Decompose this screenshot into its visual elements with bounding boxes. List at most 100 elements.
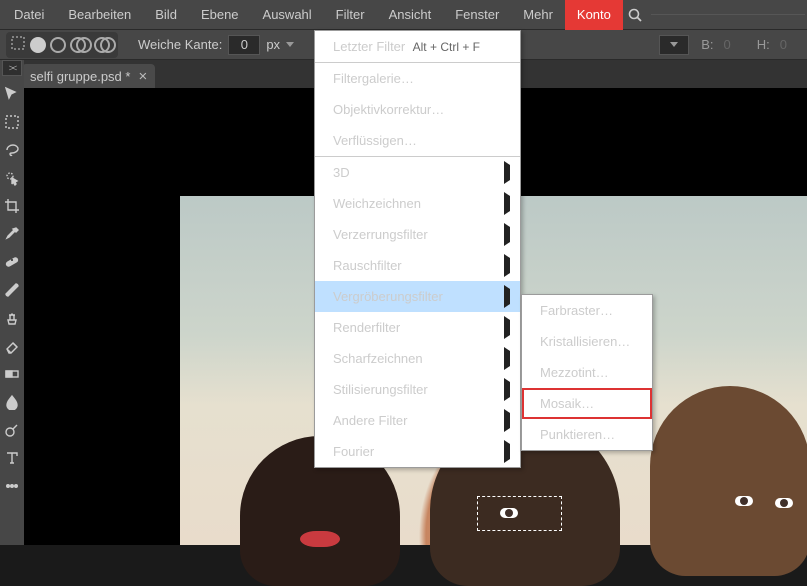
submenu-arrow-icon	[504, 258, 510, 273]
gradient-tool[interactable]	[0, 360, 24, 388]
close-icon[interactable]: ×	[138, 68, 147, 85]
submenu-arrow-icon	[504, 227, 510, 242]
submenu-arrow-icon	[504, 382, 510, 397]
quick-select-tool[interactable]	[0, 164, 24, 192]
healing-tool[interactable]	[0, 248, 24, 276]
height-value[interactable]: 0	[780, 37, 787, 52]
menu-item-verzerrungsfilter[interactable]: Verzerrungsfilter	[315, 219, 520, 250]
filter-menu: Letzter Filter Alt + Ctrl + F Filtergale…	[314, 30, 521, 468]
submenu-item-farbraster[interactable]: Farbraster…	[522, 295, 652, 326]
menubar-separator	[651, 14, 805, 15]
marquee-tool[interactable]	[0, 108, 24, 136]
clone-tool[interactable]	[0, 304, 24, 332]
menu-item-label: Weichzeichnen	[333, 196, 421, 211]
menu-item-label: Stilisierungsfilter	[333, 382, 428, 397]
menu-item-label: Mezzotint…	[540, 365, 609, 380]
selection-marquee[interactable]	[477, 496, 562, 531]
feather-label: Weiche Kante:	[138, 37, 222, 52]
eyedropper-tool[interactable]	[0, 220, 24, 248]
menu-item-filtergalerie[interactable]: Filtergalerie…	[315, 63, 520, 94]
feather-dropdown-icon[interactable]	[286, 42, 294, 47]
menu-auswahl[interactable]: Auswahl	[251, 0, 324, 30]
image-content	[650, 386, 807, 576]
menu-item-label: Verzerrungsfilter	[333, 227, 428, 242]
toolbox: ><	[0, 60, 24, 545]
menu-item-label: Filtergalerie…	[333, 71, 414, 86]
menu-item-label: 3D	[333, 165, 350, 180]
menu-item-label: Mosaik…	[540, 396, 594, 411]
menu-item-shortcut: Alt + Ctrl + F	[413, 40, 480, 54]
type-tool[interactable]	[0, 444, 24, 472]
menu-item-fourier[interactable]: Fourier	[315, 436, 520, 467]
menu-item-weichzeichnen[interactable]: Weichzeichnen	[315, 188, 520, 219]
menu-datei[interactable]: Datei	[2, 0, 56, 30]
feather-input[interactable]: 0	[228, 35, 260, 55]
submenu-arrow-icon	[504, 320, 510, 335]
menu-item-label: Punktieren…	[540, 427, 615, 442]
menu-item-scharfzeichnen[interactable]: Scharfzeichnen	[315, 343, 520, 374]
menu-item-last-filter[interactable]: Letzter Filter Alt + Ctrl + F	[315, 31, 520, 62]
menu-item-renderfilter[interactable]: Renderfilter	[315, 312, 520, 343]
menu-item-label: Letzter Filter	[333, 39, 405, 54]
menu-konto[interactable]: Konto	[565, 0, 623, 30]
chevron-down-icon	[670, 42, 678, 47]
menu-item-objektivkorrektur[interactable]: Objektivkorrektur…	[315, 94, 520, 125]
submenu-arrow-icon	[504, 351, 510, 366]
width-value[interactable]: 0	[724, 37, 731, 52]
document-tab[interactable]: selfi gruppe.psd * ×	[22, 64, 155, 88]
menu-item-label: Andere Filter	[333, 413, 407, 428]
menu-item-rauschfilter[interactable]: Rauschfilter	[315, 250, 520, 281]
submenu-item-kristallisieren[interactable]: Kristallisieren…	[522, 326, 652, 357]
menu-item-label: Renderfilter	[333, 320, 400, 335]
selection-exclude-icon[interactable]	[94, 37, 114, 53]
selection-mode-group	[6, 32, 118, 58]
submenu-item-mezzotint[interactable]: Mezzotint…	[522, 357, 652, 388]
menu-mehr[interactable]: Mehr	[511, 0, 565, 30]
search-icon[interactable]	[627, 7, 643, 23]
submenu-arrow-icon	[504, 289, 510, 304]
menu-item-label: Rauschfilter	[333, 258, 402, 273]
menu-item-label: Farbraster…	[540, 303, 613, 318]
menu-item-3d[interactable]: 3D	[315, 157, 520, 188]
feather-unit: px	[266, 37, 280, 52]
crop-tool[interactable]	[0, 192, 24, 220]
eraser-tool[interactable]	[0, 332, 24, 360]
selection-new-icon[interactable]	[10, 35, 26, 54]
image-content	[775, 498, 793, 508]
style-dropdown[interactable]	[659, 35, 689, 55]
toolbox-collapse[interactable]: ><	[2, 60, 22, 76]
more-tools[interactable]	[0, 472, 24, 500]
menu-ebene[interactable]: Ebene	[189, 0, 251, 30]
vergroeberungsfilter-submenu: Farbraster… Kristallisieren… Mezzotint… …	[521, 294, 653, 451]
height-label: H:	[757, 37, 770, 52]
submenu-arrow-icon	[504, 413, 510, 428]
menu-item-label: Objektivkorrektur…	[333, 102, 444, 117]
document-tab-title: selfi gruppe.psd *	[30, 69, 130, 84]
menubar: Datei Bearbeiten Bild Ebene Auswahl Filt…	[0, 0, 807, 30]
selection-add-icon[interactable]	[30, 37, 46, 53]
image-content	[735, 496, 753, 506]
dodge-tool[interactable]	[0, 416, 24, 444]
submenu-arrow-icon	[504, 196, 510, 211]
submenu-item-punktieren[interactable]: Punktieren…	[522, 419, 652, 450]
blur-tool[interactable]	[0, 388, 24, 416]
menu-fenster[interactable]: Fenster	[443, 0, 511, 30]
feather-control: Weiche Kante: 0 px	[138, 35, 294, 55]
selection-intersect-icon[interactable]	[70, 37, 90, 53]
menu-item-andere-filter[interactable]: Andere Filter	[315, 405, 520, 436]
menu-item-stilisierungsfilter[interactable]: Stilisierungsfilter	[315, 374, 520, 405]
menu-ansicht[interactable]: Ansicht	[377, 0, 444, 30]
selection-subtract-icon[interactable]	[50, 37, 66, 53]
menu-item-label: Kristallisieren…	[540, 334, 630, 349]
menu-item-verfluessigen[interactable]: Verflüssigen…	[315, 125, 520, 156]
brush-tool[interactable]	[0, 276, 24, 304]
lasso-tool[interactable]	[0, 136, 24, 164]
menu-item-label: Vergröberungsfilter	[333, 289, 443, 304]
menu-filter[interactable]: Filter	[324, 0, 377, 30]
menu-bild[interactable]: Bild	[143, 0, 189, 30]
menu-bearbeiten[interactable]: Bearbeiten	[56, 0, 143, 30]
move-tool[interactable]	[0, 80, 24, 108]
submenu-item-mosaik[interactable]: Mosaik…	[522, 388, 652, 419]
menu-item-vergroeberungsfilter[interactable]: Vergröberungsfilter	[315, 281, 520, 312]
menu-item-label: Verflüssigen…	[333, 133, 417, 148]
